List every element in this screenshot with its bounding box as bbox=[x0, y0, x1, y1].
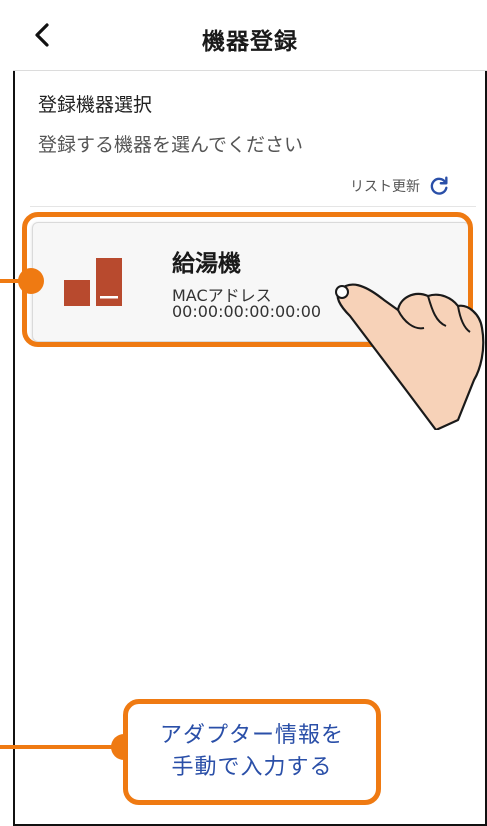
refresh-label: リスト更新 bbox=[350, 179, 420, 195]
divider bbox=[30, 206, 476, 207]
manual-entry-button[interactable]: アダプター情報を 手動で入力する bbox=[123, 699, 381, 805]
section-subtitle: 登録する機器を選んでください bbox=[38, 134, 304, 156]
manual-entry-label-line1: アダプター情報を bbox=[159, 723, 344, 748]
callout-dot bbox=[18, 268, 44, 294]
refresh-icon bbox=[430, 176, 448, 195]
app-header: 機器登録 bbox=[13, 0, 487, 71]
section-title: 登録機器選択 bbox=[38, 94, 153, 116]
tapping-hand-icon bbox=[335, 283, 485, 430]
callout-line bbox=[0, 745, 118, 749]
refresh-list-button[interactable]: リスト更新 bbox=[350, 174, 450, 198]
manual-entry-label-line2: 手動で入力する bbox=[171, 755, 333, 780]
page-title: 機器登録 bbox=[202, 29, 298, 55]
